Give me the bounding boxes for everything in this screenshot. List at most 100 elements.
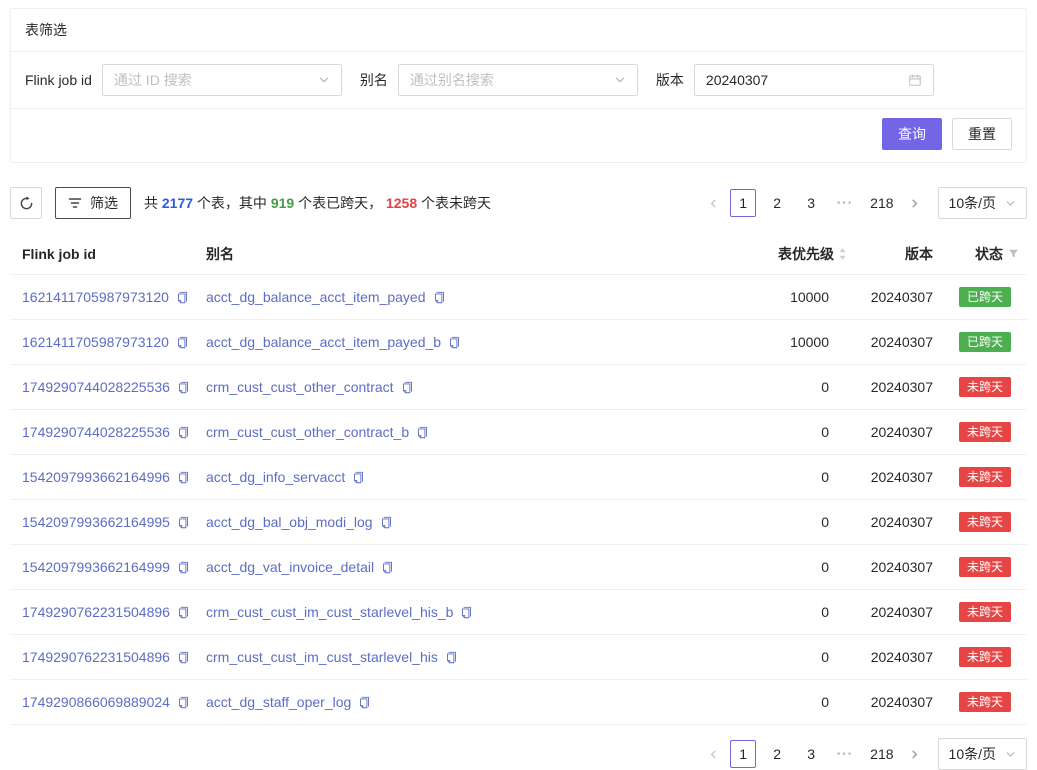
job-id-link[interactable]: 1749290762231504896 bbox=[22, 604, 170, 620]
next-page-button[interactable] bbox=[902, 189, 928, 217]
page-button-1[interactable]: 1 bbox=[730, 740, 756, 768]
reset-button[interactable]: 重置 bbox=[952, 118, 1012, 150]
alias-link[interactable]: acct_dg_staff_oper_log bbox=[206, 694, 351, 710]
version-value: 20240307 bbox=[847, 424, 933, 440]
pagination-top: 1 2 3 ••• 218 10条/页 bbox=[700, 187, 1027, 219]
page-button-last[interactable]: 218 bbox=[866, 189, 897, 217]
prev-page-button[interactable] bbox=[700, 740, 726, 768]
copy-icon[interactable] bbox=[177, 606, 190, 619]
job-id-link[interactable]: 1749290866069889024 bbox=[22, 694, 170, 710]
page-button-3[interactable]: 3 bbox=[798, 740, 824, 768]
copy-icon[interactable] bbox=[380, 516, 393, 529]
alias-field: 别名 bbox=[360, 64, 638, 96]
table-summary: 共 2177 个表，其中 919 个表已跨天， 1258 个表未跨天 bbox=[144, 193, 491, 213]
column-header-priority[interactable]: 表优先级 bbox=[719, 244, 847, 264]
alias-link[interactable]: crm_cust_cust_other_contract_b bbox=[206, 424, 409, 440]
alias-link[interactable]: acct_dg_info_servacct bbox=[206, 469, 345, 485]
copy-icon[interactable] bbox=[352, 471, 365, 484]
refresh-icon bbox=[19, 196, 34, 211]
copy-icon[interactable] bbox=[381, 561, 394, 574]
chevron-down-icon bbox=[1005, 749, 1016, 760]
column-header-status: 状态 bbox=[933, 244, 1027, 264]
filter-icon bbox=[68, 196, 82, 210]
version-value: 20240307 bbox=[847, 289, 933, 305]
job-id-link[interactable]: 1542097993662164996 bbox=[22, 469, 170, 485]
filter-actions: 查询 重置 bbox=[11, 109, 1026, 162]
table-row: 1542097993662164995 acct_dg_bal_obj_modi… bbox=[10, 500, 1027, 545]
version-date-picker[interactable] bbox=[694, 64, 934, 96]
job-id-link[interactable]: 1621411705987973120 bbox=[22, 334, 169, 350]
crossed-count: 919 bbox=[271, 195, 294, 211]
copy-icon[interactable] bbox=[177, 696, 190, 709]
alias-link[interactable]: acct_dg_bal_obj_modi_log bbox=[206, 514, 373, 530]
pagination-bottom-wrap: 1 2 3 ••• 218 10条/页 bbox=[10, 738, 1027, 770]
page-size-value: 10条/页 bbox=[949, 193, 996, 213]
status-badge: 已跨天 bbox=[959, 332, 1011, 352]
alias-input[interactable] bbox=[410, 72, 608, 88]
job-id-link[interactable]: 1542097993662164999 bbox=[22, 559, 170, 575]
prev-page-button[interactable] bbox=[700, 189, 726, 217]
copy-icon[interactable] bbox=[401, 381, 414, 394]
summary-text: 个表未跨天 bbox=[417, 195, 491, 211]
summary-text: 共 bbox=[144, 195, 162, 211]
status-badge: 未跨天 bbox=[959, 557, 1011, 577]
version-input[interactable] bbox=[706, 72, 902, 88]
copy-icon[interactable] bbox=[358, 696, 371, 709]
version-value: 20240307 bbox=[847, 514, 933, 530]
table-row: 1542097993662164999 acct_dg_vat_invoice_… bbox=[10, 545, 1027, 590]
copy-icon[interactable] bbox=[460, 606, 473, 619]
copy-icon[interactable] bbox=[177, 516, 190, 529]
refresh-button[interactable] bbox=[10, 187, 42, 219]
version-value: 20240307 bbox=[847, 379, 933, 395]
page-button-3[interactable]: 3 bbox=[798, 189, 824, 217]
page-button-1[interactable]: 1 bbox=[730, 189, 756, 217]
alias-link[interactable]: acct_dg_vat_invoice_detail bbox=[206, 559, 374, 575]
filter-button[interactable]: 筛选 bbox=[55, 187, 131, 219]
sort-icon[interactable] bbox=[838, 246, 847, 262]
copy-icon[interactable] bbox=[177, 381, 190, 394]
alias-link[interactable]: acct_dg_balance_acct_item_payed_b bbox=[206, 334, 441, 350]
page-size-select[interactable]: 10条/页 bbox=[938, 738, 1027, 770]
copy-icon[interactable] bbox=[176, 291, 189, 304]
page-ellipsis[interactable]: ••• bbox=[832, 740, 858, 768]
copy-icon[interactable] bbox=[177, 651, 190, 664]
alias-link[interactable]: crm_cust_cust_other_contract bbox=[206, 379, 394, 395]
flink-job-id-input[interactable] bbox=[114, 72, 312, 88]
column-filter-icon[interactable] bbox=[1008, 248, 1019, 259]
query-button[interactable]: 查询 bbox=[882, 118, 942, 150]
copy-icon[interactable] bbox=[177, 471, 190, 484]
job-id-link[interactable]: 1749290744028225536 bbox=[22, 379, 170, 395]
next-page-button[interactable] bbox=[902, 740, 928, 768]
flink-job-id-select[interactable] bbox=[102, 64, 342, 96]
copy-icon[interactable] bbox=[445, 651, 458, 664]
page-button-2[interactable]: 2 bbox=[764, 740, 790, 768]
alias-link[interactable]: crm_cust_cust_im_cust_starlevel_his bbox=[206, 649, 438, 665]
status-badge: 未跨天 bbox=[959, 692, 1011, 712]
job-id-link[interactable]: 1542097993662164995 bbox=[22, 514, 170, 530]
copy-icon[interactable] bbox=[433, 291, 446, 304]
job-id-link[interactable]: 1749290762231504896 bbox=[22, 649, 170, 665]
page-button-2[interactable]: 2 bbox=[764, 189, 790, 217]
version-value: 20240307 bbox=[847, 469, 933, 485]
column-header-version: 版本 bbox=[847, 244, 933, 264]
copy-icon[interactable] bbox=[177, 426, 190, 439]
alias-link[interactable]: crm_cust_cust_im_cust_starlevel_his_b bbox=[206, 604, 453, 620]
table-row: 1621411705987973120 acct_dg_balance_acct… bbox=[10, 275, 1027, 320]
version-value: 20240307 bbox=[847, 649, 933, 665]
job-id-link[interactable]: 1621411705987973120 bbox=[22, 289, 169, 305]
page-size-select[interactable]: 10条/页 bbox=[938, 187, 1027, 219]
version-label: 版本 bbox=[656, 70, 684, 90]
alias-select[interactable] bbox=[398, 64, 638, 96]
page-button-last[interactable]: 218 bbox=[866, 740, 897, 768]
copy-icon[interactable] bbox=[448, 336, 461, 349]
alias-link[interactable]: acct_dg_balance_acct_item_payed bbox=[206, 289, 426, 305]
priority-value: 0 bbox=[719, 379, 847, 395]
priority-value: 0 bbox=[719, 424, 847, 440]
copy-icon[interactable] bbox=[176, 336, 189, 349]
copy-icon[interactable] bbox=[177, 561, 190, 574]
page-ellipsis[interactable]: ••• bbox=[832, 189, 858, 217]
job-id-link[interactable]: 1749290744028225536 bbox=[22, 424, 170, 440]
priority-value: 0 bbox=[719, 559, 847, 575]
table-body: 1621411705987973120 acct_dg_balance_acct… bbox=[10, 275, 1027, 725]
copy-icon[interactable] bbox=[416, 426, 429, 439]
